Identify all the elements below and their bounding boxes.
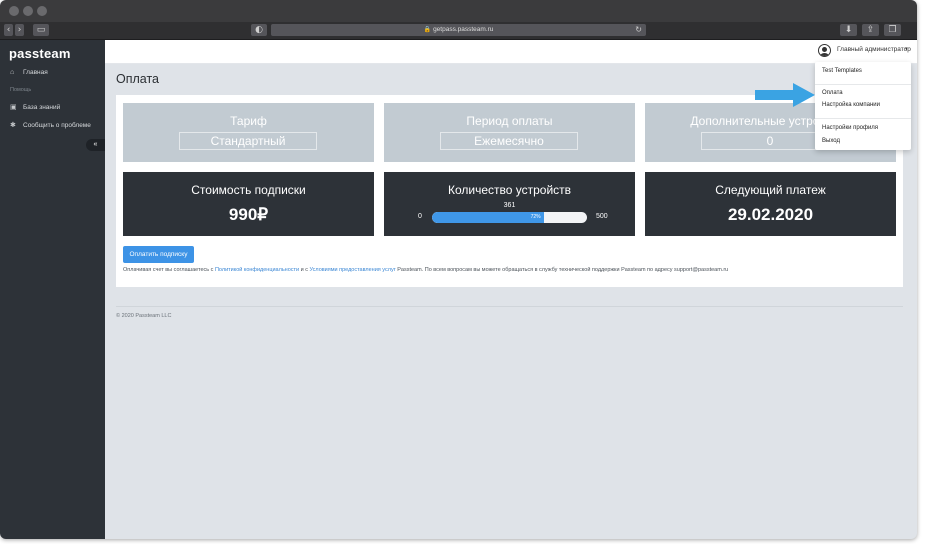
address-bar[interactable]: 🔒 getpass.passteam.ru ↻ bbox=[271, 24, 646, 36]
terms-text-part: и с bbox=[299, 267, 310, 273]
subscription-cost-value: 990₽ bbox=[228, 205, 269, 224]
terms-text: Оплачивая счет вы соглашаетесь с Политик… bbox=[123, 267, 728, 273]
pay-subscription-button[interactable]: Оплатить подписку bbox=[123, 246, 194, 263]
url-text: getpass.passteam.ru bbox=[433, 26, 494, 33]
menu-item-payment[interactable]: Оплата bbox=[815, 88, 911, 99]
browser-window: ‹ › ▭ ◐ 🔒 getpass.passteam.ru ↻ ⬇ ⇪ ❐ pas… bbox=[0, 0, 917, 539]
tile-title: Следующий платеж bbox=[715, 183, 826, 197]
reload-icon[interactable]: ↻ bbox=[635, 24, 642, 36]
collapse-sidebar-button[interactable]: « bbox=[86, 139, 105, 151]
sidebar: passteam ⌂ Главная Помощь ▣ База знаний ✱ С… bbox=[0, 40, 105, 539]
device-progress-label: 72% bbox=[530, 214, 541, 220]
user-dropdown-menu: Test Templates Оплата Настройка компании… bbox=[815, 62, 911, 150]
tabs-button[interactable]: ❐ bbox=[884, 24, 901, 36]
tile-title: Тариф bbox=[230, 114, 267, 128]
tile-title: Стоимость подписки bbox=[191, 183, 306, 197]
sidebar-item-label: Сообщить о проблеме bbox=[23, 122, 91, 129]
chevron-right-icon: › bbox=[17, 25, 22, 35]
shield-icon: ◐ bbox=[255, 25, 263, 35]
payment-period-tile: Период оплаты Ежемесячно bbox=[384, 103, 635, 162]
device-count-current: 361 bbox=[503, 202, 516, 209]
sidebar-item-home[interactable]: ⌂ Главная bbox=[10, 67, 48, 79]
bug-icon: ✱ bbox=[10, 122, 16, 129]
download-icon: ⬇ bbox=[844, 25, 853, 35]
page-title: Оплата bbox=[116, 72, 159, 86]
sidebar-section-help: Помощь bbox=[10, 87, 32, 93]
privacy-policy-link[interactable]: Политикой конфиденциальности bbox=[215, 267, 299, 273]
menu-divider bbox=[815, 118, 911, 119]
privacy-button[interactable]: ◐ bbox=[251, 24, 267, 36]
downloads-button[interactable]: ⬇ bbox=[840, 24, 857, 36]
terms-of-service-link[interactable]: Условиями предоставления услуг bbox=[310, 267, 396, 273]
tariff-tile: Тариф Стандартный bbox=[123, 103, 374, 162]
billing-panel: Тариф Стандартный Период оплаты Ежемесяч… bbox=[116, 95, 903, 287]
highlight-arrow-icon bbox=[755, 83, 815, 107]
share-icon: ⇪ bbox=[866, 25, 875, 35]
device-count-max: 500 bbox=[596, 213, 608, 220]
footer-divider bbox=[116, 306, 903, 307]
sidebar-item-knowledge-base[interactable]: ▣ База знаний bbox=[10, 102, 60, 114]
sidebar-toggle-button[interactable]: ▭ bbox=[33, 24, 49, 36]
tabs-icon: ❐ bbox=[888, 25, 897, 35]
tile-title: Период оплаты bbox=[466, 114, 553, 128]
menu-item-test-templates[interactable]: Test Templates bbox=[815, 66, 911, 77]
terms-text-part: Оплачивая счет вы соглашаетесь с bbox=[123, 267, 215, 273]
device-count-min: 0 bbox=[418, 213, 422, 220]
copyright: © 2020 Passteam LLC bbox=[116, 313, 172, 319]
book-icon: ▣ bbox=[10, 104, 17, 111]
device-progress-bar: 72% bbox=[432, 212, 587, 223]
user-menu-toggle[interactable]: Главный администратор bbox=[837, 46, 911, 53]
device-count-tile: Количество устройств 361 0 72% 500 bbox=[384, 172, 635, 236]
top-header: Главный администратор ▾ bbox=[105, 40, 917, 64]
share-button[interactable]: ⇪ bbox=[862, 24, 879, 36]
close-window-button[interactable] bbox=[9, 6, 19, 16]
payment-period-value: Ежемесячно bbox=[440, 132, 578, 150]
sidebar-item-report-problem[interactable]: ✱ Сообщить о проблеме bbox=[10, 120, 91, 132]
tariff-value: Стандартный bbox=[179, 132, 317, 150]
menu-divider bbox=[815, 84, 911, 85]
minimize-window-button[interactable] bbox=[23, 6, 33, 16]
tile-title: Количество устройств bbox=[447, 183, 572, 197]
sidebar-icon: ▭ bbox=[36, 25, 46, 35]
next-payment-value: 29.02.2020 bbox=[727, 205, 814, 224]
menu-item-profile-settings[interactable]: Настройки профиля bbox=[815, 123, 911, 134]
sidebar-item-label: Главная bbox=[23, 69, 48, 76]
menu-item-company-settings[interactable]: Настройка компании bbox=[815, 100, 911, 111]
terms-text-part: Passteam. По всем вопросам вы можете обр… bbox=[395, 267, 729, 273]
subscription-cost-tile: Стоимость подписки 990₽ bbox=[123, 172, 374, 236]
forward-button[interactable]: › bbox=[15, 24, 24, 36]
browser-toolbar: ‹ › ▭ ◐ 🔒 getpass.passteam.ru ↻ ⬇ ⇪ ❐ bbox=[0, 22, 917, 40]
app-logo[interactable]: passteam bbox=[9, 46, 71, 61]
window-titlebar bbox=[0, 0, 917, 22]
user-avatar-icon[interactable] bbox=[818, 44, 831, 57]
next-payment-tile: Следующий платеж 29.02.2020 bbox=[645, 172, 896, 236]
menu-item-logout[interactable]: Выход bbox=[815, 136, 911, 147]
home-icon: ⌂ bbox=[10, 69, 15, 76]
back-button[interactable]: ‹ bbox=[4, 24, 13, 36]
chevron-down-icon[interactable]: ▾ bbox=[905, 46, 908, 52]
zoom-window-button[interactable] bbox=[37, 6, 47, 16]
sidebar-item-label: База знаний bbox=[23, 104, 61, 111]
lock-icon: 🔒 bbox=[423, 27, 432, 33]
device-progress-fill: 72% bbox=[432, 212, 544, 223]
chevron-left-icon: ‹ bbox=[6, 25, 11, 35]
